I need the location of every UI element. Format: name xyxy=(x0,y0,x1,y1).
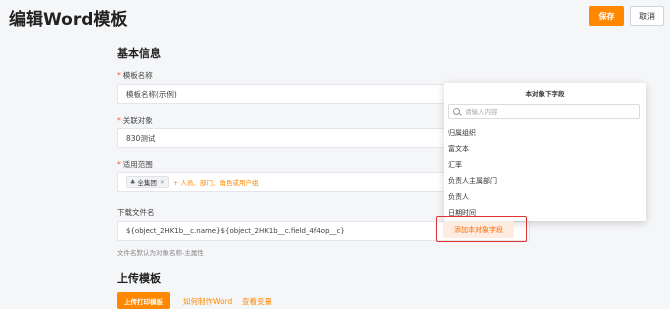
upload-section-title: 上传模板 xyxy=(117,272,161,285)
scope-tag: ♣ 全集团 ✕ xyxy=(126,176,169,188)
required-mark: * xyxy=(117,160,121,169)
dropdown-item[interactable]: 富文本 xyxy=(448,144,469,154)
view-variables-link[interactable]: 查看变量 xyxy=(242,296,272,307)
save-button[interactable]: 保存 xyxy=(589,6,624,26)
cancel-button[interactable]: 取消 xyxy=(630,6,664,26)
search-icon xyxy=(453,108,460,115)
related-object-label: * 关联对象 xyxy=(117,116,153,125)
how-to-word-link[interactable]: 如何制作Word xyxy=(183,296,232,307)
required-mark: * xyxy=(117,116,121,125)
basic-info-title: 基本信息 xyxy=(117,47,161,60)
scope-label: * 适用范围 xyxy=(117,160,153,169)
template-name-label: * 模板名称 xyxy=(117,71,153,80)
required-mark: * xyxy=(117,71,121,80)
field-dropdown: 本对象下字段 归属组织 富文本 汇率 负责人主属部门 负责人 日期时间 xyxy=(444,83,646,221)
dropdown-item[interactable]: 负责人 xyxy=(448,192,469,202)
scope-tag-label: 全集团 xyxy=(137,179,157,187)
dropdown-search-input[interactable] xyxy=(465,107,635,116)
dropdown-item[interactable]: 汇率 xyxy=(448,160,462,170)
download-name-hint: 文件名默认为对象名称-主属性 xyxy=(117,249,204,257)
add-scope-link[interactable]: + 人员、部门、角色或用户组 xyxy=(173,177,259,187)
org-icon: ♣ xyxy=(130,178,136,186)
add-object-field-button[interactable]: 添加本对象字段 xyxy=(443,221,514,238)
dropdown-item[interactable]: 归属组织 xyxy=(448,128,476,138)
remove-tag-icon[interactable]: ✕ xyxy=(160,179,165,186)
page-header: 编辑Word模板 保存 取消 xyxy=(0,0,670,36)
download-name-label: 下载文件名 xyxy=(117,208,155,217)
page-title: 编辑Word模板 xyxy=(9,10,128,30)
upload-template-button[interactable]: 上传打印模板 xyxy=(117,292,170,309)
dropdown-title: 本对象下字段 xyxy=(525,90,565,98)
dropdown-search[interactable] xyxy=(448,104,640,119)
dropdown-item[interactable]: 负责人主属部门 xyxy=(448,176,497,186)
